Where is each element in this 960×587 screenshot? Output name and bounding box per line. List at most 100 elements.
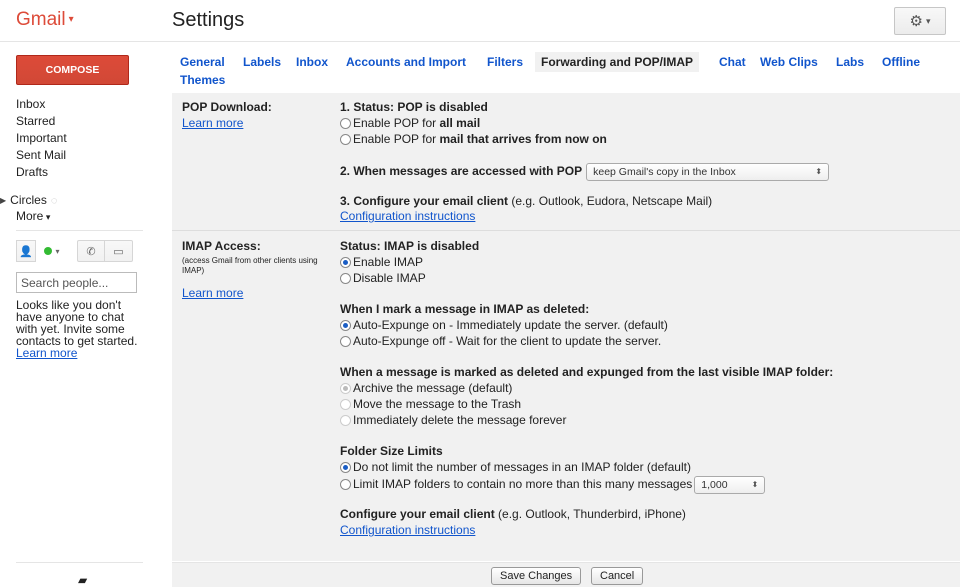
compose-button[interactable]: COMPOSE xyxy=(16,55,129,85)
archive-option[interactable]: Archive the message (default) xyxy=(340,381,512,395)
chevron-down-icon: ▾ xyxy=(55,246,60,256)
chat-status-button[interactable]: ▾ xyxy=(39,240,65,262)
auto-expunge-off-option[interactable]: Auto-Expunge off - Wait for the client t… xyxy=(340,334,661,348)
chevron-down-icon: ▾ xyxy=(925,15,931,26)
pop-step-2-label: 2. When messages are accessed with POP xyxy=(340,164,583,179)
mailbox-nav: Inbox Starred Important Sent Mail Drafts xyxy=(16,96,67,181)
option-label: Auto-Expunge off - Wait for the client t… xyxy=(353,334,662,348)
option-label: Archive the message (default) xyxy=(353,381,513,395)
radio-button[interactable] xyxy=(340,134,351,145)
tab-web-clips[interactable]: Web Clips xyxy=(760,52,818,72)
pop-step-3: 3. Configure your email client (e.g. Out… xyxy=(340,194,712,208)
imap-learn-more-link[interactable]: Learn more xyxy=(182,286,243,300)
pop-status: 1. Status: POP is disabled xyxy=(340,100,488,114)
pop-step-2: 2. When messages are accessed with POP ke… xyxy=(340,163,830,181)
settings-content: POP Download: Learn more 1. Status: POP … xyxy=(172,93,960,561)
option-label: Enable IMAP xyxy=(353,255,424,269)
option-label: Auto-Expunge on - Immediately update the… xyxy=(353,318,668,332)
pop-learn-more-link[interactable]: Learn more xyxy=(182,116,243,130)
option-label-bold: all mail xyxy=(439,116,481,130)
pop-option-from-now[interactable]: Enable POP for mail that arrives from no… xyxy=(340,132,607,146)
radio-button[interactable] xyxy=(340,399,351,410)
sidebar-divider xyxy=(16,230,143,231)
tab-general[interactable]: General xyxy=(180,52,225,72)
cancel-button[interactable]: Cancel xyxy=(591,567,644,585)
settings-footer: Save Changes Cancel xyxy=(172,562,960,587)
settings-tabs: General Labels Inbox Accounts and Import… xyxy=(172,52,952,92)
radio-button[interactable] xyxy=(340,336,351,347)
search-people-input[interactable] xyxy=(16,272,137,293)
imap-config-line: Configure your email client (e.g. Outloo… xyxy=(340,507,686,521)
tab-labels[interactable]: Labels xyxy=(243,52,281,72)
save-changes-button[interactable]: Save Changes xyxy=(491,567,582,585)
imap-access-heading: IMAP Access: xyxy=(182,239,261,253)
chat-learn-more-link[interactable]: Learn more xyxy=(16,347,146,359)
delete-forever-option[interactable]: Immediately delete the message forever xyxy=(340,413,566,427)
nav-important[interactable]: Important xyxy=(16,130,67,147)
tab-accounts-and-import[interactable]: Accounts and Import xyxy=(346,52,466,72)
phone-call-button[interactable]: ✆ xyxy=(77,240,105,262)
tab-offline[interactable]: Offline xyxy=(882,52,920,72)
chat-empty-text: Looks like you don't have anyone to chat… xyxy=(16,298,138,348)
radio-button[interactable] xyxy=(340,415,351,426)
tab-filters[interactable]: Filters xyxy=(487,52,523,72)
circles-icon: ◌ xyxy=(50,195,58,207)
limit-option[interactable]: Limit IMAP folders to contain no more th… xyxy=(340,476,766,494)
select-value: 1,000 xyxy=(701,479,728,491)
imap-config-link[interactable]: Configuration instructions xyxy=(340,523,475,537)
imap-enable-option[interactable]: Enable IMAP xyxy=(340,255,423,269)
nav-more[interactable]: More ▾ xyxy=(16,209,50,223)
radio-button[interactable] xyxy=(340,118,351,129)
tab-inbox[interactable]: Inbox xyxy=(296,52,328,72)
nav-sent-mail[interactable]: Sent Mail xyxy=(16,147,67,164)
pop-step-3-note: (e.g. Outlook, Eudora, Netscape Mail) xyxy=(508,194,713,208)
pop-config-link[interactable]: Configuration instructions xyxy=(340,209,475,223)
trash-option[interactable]: Move the message to the Trash xyxy=(340,397,521,411)
radio-button-selected[interactable] xyxy=(340,383,351,394)
pop-option-all-mail[interactable]: Enable POP for all mail xyxy=(340,116,480,130)
no-limit-option[interactable]: Do not limit the number of messages in a… xyxy=(340,460,691,474)
chat-bubble-icon[interactable]: ▰ xyxy=(78,573,87,587)
nav-inbox[interactable]: Inbox xyxy=(16,96,67,113)
tab-forwarding-pop-imap[interactable]: Forwarding and POP/IMAP xyxy=(535,52,700,72)
tab-chat[interactable]: Chat xyxy=(719,52,746,72)
gmail-logo: Gmail xyxy=(16,9,66,30)
imap-expunged-heading: When a message is marked as deleted and … xyxy=(340,365,834,379)
select-value: keep Gmail's copy in the Inbox xyxy=(593,166,736,178)
radio-button[interactable] xyxy=(340,273,351,284)
gear-icon: ⚙ xyxy=(909,13,923,30)
option-label: Do not limit the number of messages in a… xyxy=(353,460,691,474)
imap-deleted-heading: When I mark a message in IMAP as deleted… xyxy=(340,302,590,316)
radio-button[interactable] xyxy=(340,479,351,491)
option-label: Enable POP for xyxy=(353,116,440,130)
tab-themes[interactable]: Themes xyxy=(180,70,225,90)
radio-button-selected[interactable] xyxy=(340,257,351,268)
auto-expunge-on-option[interactable]: Auto-Expunge on - Immediately update the… xyxy=(340,318,668,332)
imap-limit-select[interactable]: 1,000 ⬍ xyxy=(694,476,766,494)
option-label: Immediately delete the message forever xyxy=(353,413,567,427)
page-title: Settings xyxy=(172,9,245,31)
chat-bubble-icon: ▭ xyxy=(113,245,124,258)
gmail-menu-button[interactable]: Gmail ▾ xyxy=(16,9,74,31)
video-chat-button[interactable]: ▭ xyxy=(105,240,133,262)
imap-disable-option[interactable]: Disable IMAP xyxy=(340,271,426,285)
avatar[interactable]: 👤 xyxy=(16,240,36,262)
settings-gear-button[interactable]: ⚙ ▾ xyxy=(894,7,946,35)
pop-action-select[interactable]: keep Gmail's copy in the Inbox ⬍ xyxy=(586,163,830,181)
option-label: Disable IMAP xyxy=(353,271,426,285)
sidebar-divider xyxy=(16,562,143,563)
settings-panel: General Labels Inbox Accounts and Import… xyxy=(172,43,960,587)
folder-size-heading: Folder Size Limits xyxy=(340,444,443,458)
radio-button-selected[interactable] xyxy=(340,462,351,473)
imap-config-label: Configure your email client xyxy=(340,507,495,521)
expand-triangle-icon[interactable]: ▶ xyxy=(0,196,6,205)
option-label-bold: mail that arrives from now on xyxy=(439,132,607,146)
chevron-down-icon: ▾ xyxy=(68,14,74,26)
tab-labs[interactable]: Labs xyxy=(836,52,864,72)
nav-circles[interactable]: ▶ Circles ◌ xyxy=(0,193,57,207)
radio-button-selected[interactable] xyxy=(340,320,351,331)
pop-download-heading: POP Download: xyxy=(182,100,272,114)
more-label: More xyxy=(16,209,44,223)
nav-drafts[interactable]: Drafts xyxy=(16,164,67,181)
nav-starred[interactable]: Starred xyxy=(16,113,67,130)
